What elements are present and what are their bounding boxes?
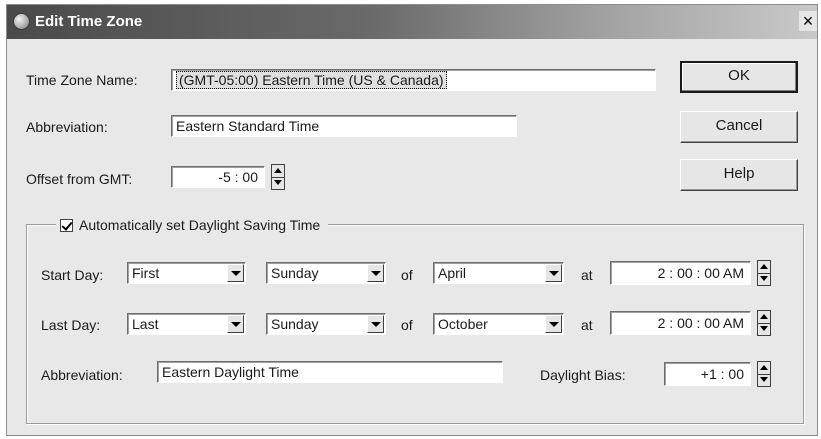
- start-weekday-select[interactable]: Sunday: [266, 262, 386, 284]
- dst-abbreviation-label: Abbreviation:: [41, 367, 123, 383]
- daylight-bias-label: Daylight Bias:: [540, 367, 626, 383]
- chevron-down-icon[interactable]: [227, 315, 244, 333]
- auto-dst-label: Automatically set Daylight Saving Time: [79, 217, 321, 233]
- last-month-value: October: [438, 316, 488, 332]
- last-time-spinner[interactable]: [757, 310, 771, 336]
- at-label: at: [581, 267, 593, 283]
- last-week-select[interactable]: Last: [127, 313, 246, 335]
- chevron-down-icon[interactable]: [367, 264, 384, 282]
- spinner-down-icon[interactable]: [758, 374, 770, 386]
- spinner-down-icon[interactable]: [758, 273, 770, 285]
- spinner-down-icon[interactable]: [758, 323, 770, 335]
- chevron-down-icon[interactable]: [545, 315, 562, 333]
- start-time-spinner[interactable]: [757, 260, 771, 286]
- title-bar[interactable]: Edit Time Zone: [7, 5, 817, 39]
- dst-abbreviation-input[interactable]: Eastern Daylight Time: [157, 361, 503, 383]
- cancel-button[interactable]: Cancel: [680, 111, 798, 143]
- start-month-select[interactable]: April: [433, 262, 564, 284]
- last-week-value: Last: [132, 316, 159, 332]
- offset-label: Offset from GMT:: [26, 171, 133, 187]
- time-zone-name-label: Time Zone Name:: [26, 72, 138, 88]
- offset-input[interactable]: -5 : 00: [171, 166, 265, 188]
- start-week-select[interactable]: First: [127, 262, 246, 284]
- start-time-input[interactable]: 2 : 00 : 00 AM: [610, 261, 751, 285]
- at-label: at: [581, 317, 593, 333]
- abbreviation-label: Abbreviation:: [26, 119, 108, 135]
- time-zone-name-value: (GMT-05:00) Eastern Time (US & Canada): [176, 71, 447, 89]
- daylight-bias-spinner[interactable]: [757, 361, 771, 387]
- abbreviation-input[interactable]: Eastern Standard Time: [171, 115, 517, 137]
- chevron-down-icon[interactable]: [545, 264, 562, 282]
- start-week-value: First: [132, 265, 160, 281]
- start-month-value: April: [438, 265, 467, 281]
- last-month-select[interactable]: October: [433, 313, 564, 335]
- last-weekday-select[interactable]: Sunday: [266, 313, 386, 335]
- of-label: of: [401, 267, 413, 283]
- spinner-down-icon[interactable]: [272, 177, 284, 189]
- time-zone-name-input[interactable]: (GMT-05:00) Eastern Time (US & Canada): [171, 69, 656, 91]
- start-weekday-value: Sunday: [271, 265, 319, 281]
- chevron-down-icon[interactable]: [367, 315, 384, 333]
- checkmark-icon[interactable]: [60, 219, 73, 232]
- globe-icon: [13, 13, 30, 30]
- help-button[interactable]: Help: [680, 159, 798, 191]
- of-label: of: [401, 317, 413, 333]
- daylight-bias-input[interactable]: +1 : 00: [664, 362, 751, 386]
- auto-dst-checkbox[interactable]: Automatically set Daylight Saving Time: [56, 214, 329, 236]
- ok-button[interactable]: OK: [680, 61, 798, 93]
- last-weekday-value: Sunday: [271, 316, 319, 332]
- start-day-label: Start Day:: [41, 267, 104, 283]
- offset-spinner[interactable]: [271, 164, 285, 190]
- last-day-label: Last Day:: [41, 317, 101, 333]
- close-icon[interactable]: ×: [799, 11, 817, 31]
- chevron-down-icon[interactable]: [227, 264, 244, 282]
- window-title: Edit Time Zone: [35, 13, 143, 30]
- last-time-input[interactable]: 2 : 00 : 00 AM: [610, 311, 751, 335]
